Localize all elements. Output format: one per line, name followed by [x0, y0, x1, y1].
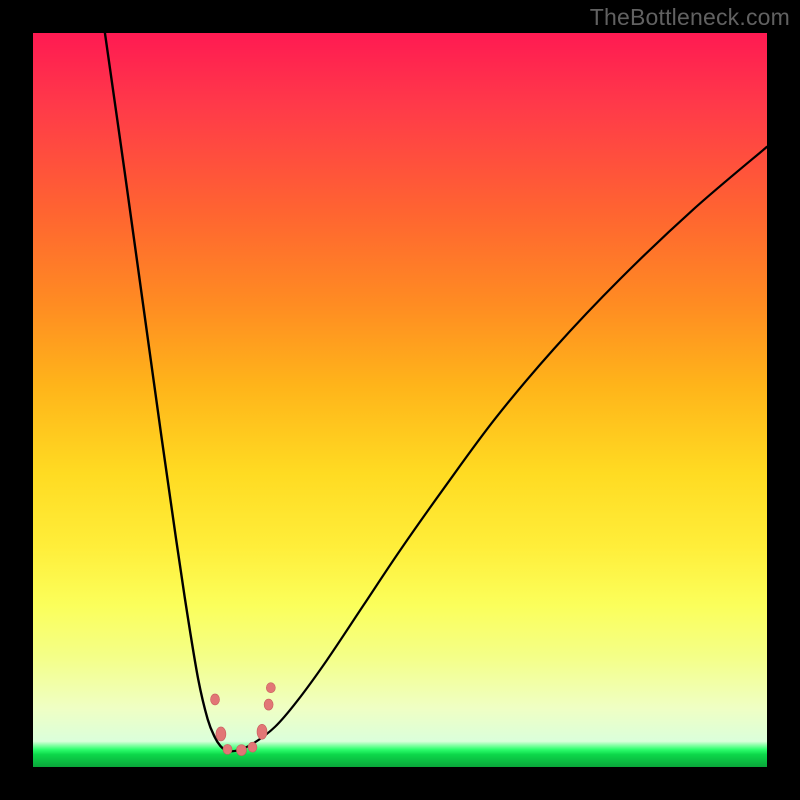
chart-svg — [33, 33, 767, 767]
watermark-text: TheBottleneck.com — [590, 4, 790, 31]
curve-left — [105, 33, 229, 752]
data-marker — [211, 694, 220, 705]
curve-group — [105, 33, 767, 752]
data-marker — [216, 727, 226, 741]
data-marker — [223, 744, 232, 754]
plot-area — [33, 33, 767, 767]
data-marker — [236, 745, 246, 756]
chart-frame: TheBottleneck.com — [0, 0, 800, 800]
curve-right — [229, 147, 767, 752]
data-marker — [248, 742, 257, 752]
data-marker — [257, 724, 267, 739]
data-marker — [264, 699, 273, 710]
data-marker — [266, 683, 275, 693]
